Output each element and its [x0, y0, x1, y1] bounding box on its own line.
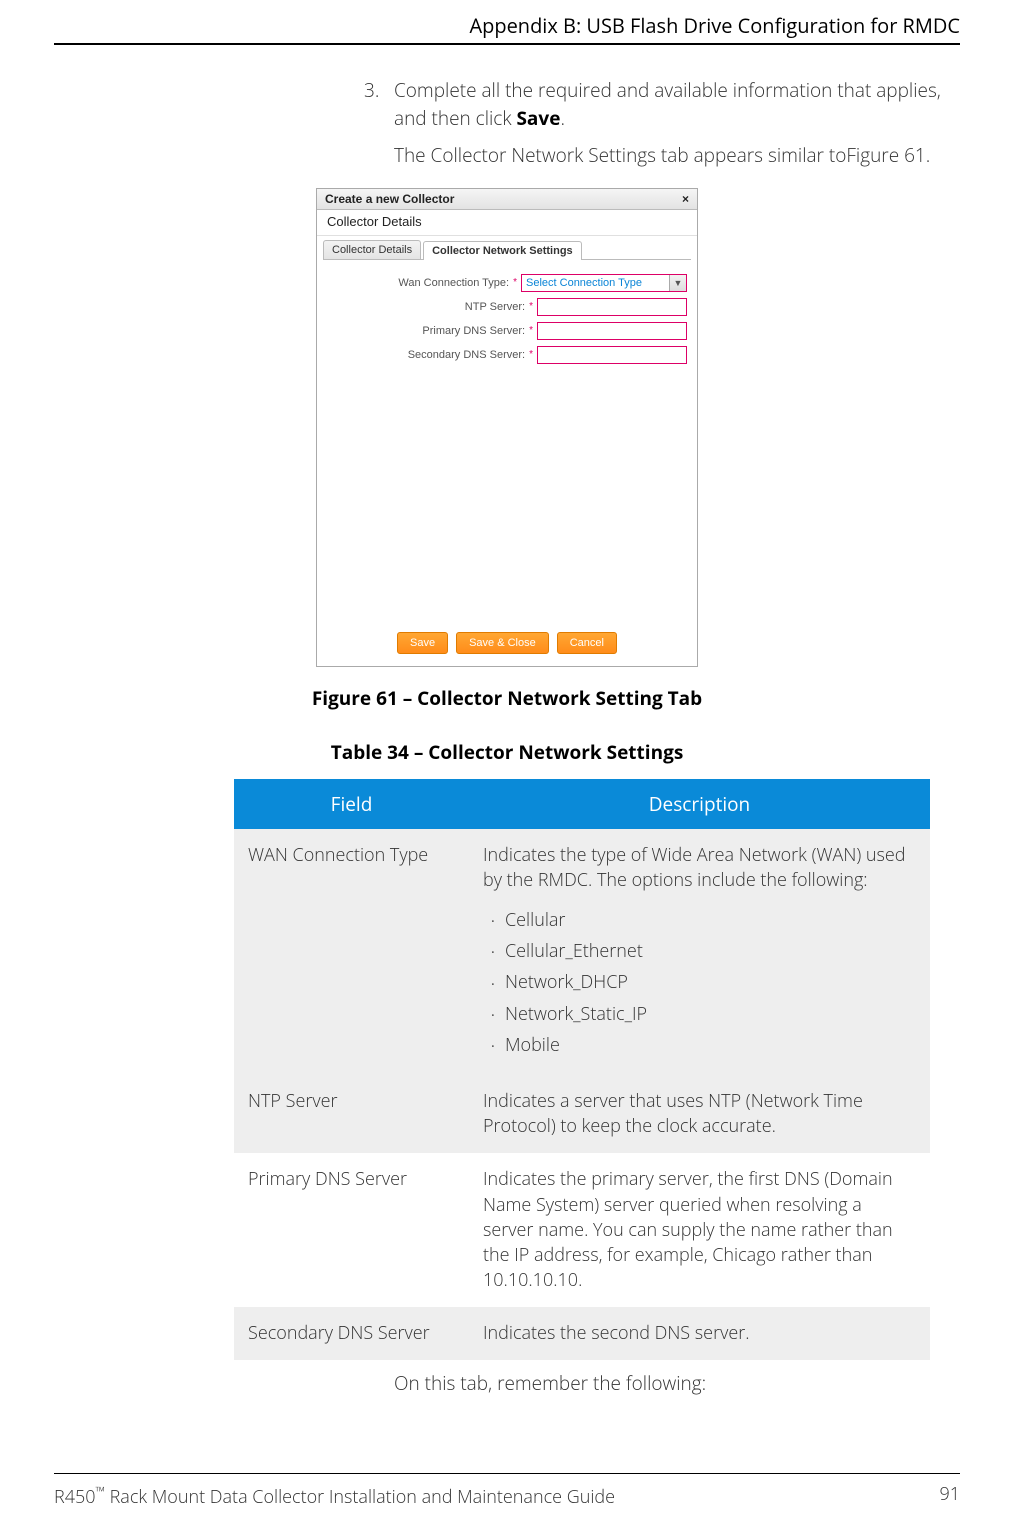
wan-connection-type-label: Wan Connection Type:	[369, 277, 509, 289]
step-text: Complete all the required and available …	[394, 77, 960, 132]
step-text-b: .	[560, 105, 565, 131]
header-rule	[54, 43, 960, 45]
footer-title: R450™ Rack Mount Data Collector Installa…	[54, 1482, 615, 1509]
tab-collector-details[interactable]: Collector Details	[323, 240, 421, 259]
cell-description: Indicates the type of Wide Area Network …	[469, 829, 930, 1075]
save-word: Save	[516, 105, 560, 131]
trademark-symbol: ™	[96, 1482, 105, 1500]
chevron-down-icon: ▼	[669, 275, 686, 291]
required-marker: *	[513, 277, 517, 288]
dialog-title: Create a new Collector	[325, 192, 454, 206]
cell-field: Primary DNS Server	[234, 1153, 469, 1307]
required-marker: *	[529, 325, 533, 336]
secondary-dns-label: Secondary DNS Server:	[385, 349, 525, 361]
list-item: Cellular_Ethernet	[505, 936, 916, 967]
col-field: Field	[234, 779, 469, 829]
save-button[interactable]: Save	[397, 632, 448, 654]
table-row: Secondary DNS Server Indicates the secon…	[234, 1307, 930, 1360]
cell-description: Indicates the primary server, the first …	[469, 1153, 930, 1307]
settings-table: Field Description WAN Connection Type In…	[234, 779, 930, 1361]
list-item: Network_DHCP	[505, 967, 916, 998]
dialog-subhead: Collector Details	[317, 210, 697, 236]
closing-line: On this tab, remember the following:	[394, 1370, 960, 1396]
cell-field: NTP Server	[234, 1075, 469, 1153]
table-row: WAN Connection Type Indicates the type o…	[234, 829, 930, 1075]
list-item: Network_Static_IP	[505, 999, 916, 1030]
figure-caption: Figure 61 – Collector Network Setting Ta…	[54, 685, 960, 711]
cell-description: Indicates a server that uses NTP (Networ…	[469, 1075, 930, 1153]
cell-field: WAN Connection Type	[234, 829, 469, 1075]
table-row: Primary DNS Server Indicates the primary…	[234, 1153, 930, 1307]
close-icon[interactable]: ×	[682, 192, 689, 206]
footer-left-a: R450	[54, 1485, 96, 1509]
step-followup: The Collector Network Settings tab appea…	[394, 142, 960, 170]
secondary-dns-input[interactable]	[537, 346, 687, 364]
r1-desc-text: Indicates the type of Wide Area Network …	[483, 843, 906, 892]
required-marker: *	[529, 301, 533, 312]
required-marker: *	[529, 349, 533, 360]
ntp-server-label: NTP Server:	[385, 301, 525, 313]
save-and-close-button[interactable]: Save & Close	[456, 632, 549, 654]
page-number: 91	[939, 1482, 960, 1509]
step-text-a: Complete all the required and available …	[394, 77, 941, 131]
table-caption: Table 34 – Collector Network Settings	[54, 739, 960, 765]
footer-rule	[54, 1473, 960, 1474]
cancel-button[interactable]: Cancel	[557, 632, 617, 654]
wan-connection-type-select[interactable]: Select Connection Type ▼	[521, 274, 687, 292]
list-item: Cellular	[505, 905, 916, 936]
figure-dialog: Create a new Collector × Collector Detai…	[316, 188, 698, 667]
col-description: Description	[469, 779, 930, 829]
ntp-server-input[interactable]	[537, 298, 687, 316]
list-item: Mobile	[505, 1030, 916, 1061]
page-footer: R450™ Rack Mount Data Collector Installa…	[54, 1473, 960, 1509]
footer-left-b: Rack Mount Data Collector Installation a…	[105, 1485, 615, 1509]
tab-collector-network-settings[interactable]: Collector Network Settings	[423, 241, 582, 260]
wan-connection-type-placeholder: Select Connection Type	[526, 277, 642, 289]
cell-field: Secondary DNS Server	[234, 1307, 469, 1360]
running-header: Appendix B: USB Flash Drive Configuratio…	[54, 0, 960, 43]
cell-description: Indicates the second DNS server.	[469, 1307, 930, 1360]
table-row: NTP Server Indicates a server that uses …	[234, 1075, 930, 1153]
step-number: 3.	[364, 77, 394, 132]
primary-dns-label: Primary DNS Server:	[385, 325, 525, 337]
primary-dns-input[interactable]	[537, 322, 687, 340]
